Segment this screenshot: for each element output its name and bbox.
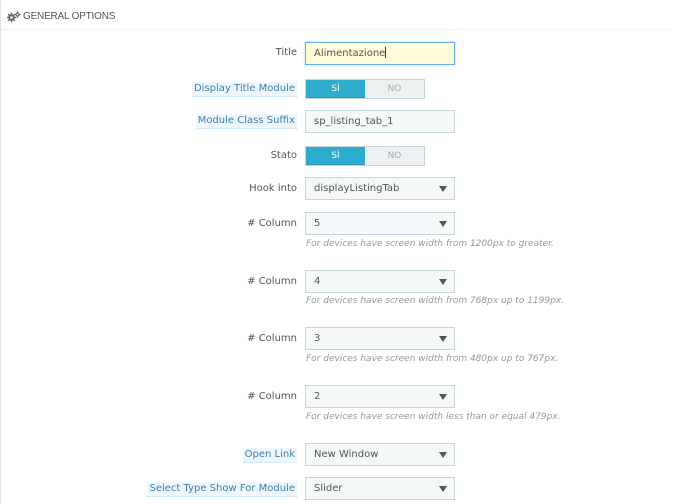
dropdown-arrow-icon xyxy=(439,452,447,458)
display-title-toggle[interactable]: SÌ NO xyxy=(305,79,425,99)
class-suffix-label: Module Class Suffix xyxy=(195,114,297,129)
column-medium-label: # Column xyxy=(247,276,297,287)
dropdown-arrow-icon xyxy=(439,486,447,492)
type-show-value: Slider xyxy=(314,483,343,494)
text-cursor xyxy=(385,47,387,58)
column-large-select[interactable]: 5 xyxy=(305,212,455,235)
stato-label: Stato xyxy=(270,150,297,161)
open-link-value: New Window xyxy=(314,449,379,460)
type-show-select[interactable]: Slider xyxy=(305,477,455,500)
dropdown-arrow-icon xyxy=(439,186,447,192)
column-xsmall-label: # Column xyxy=(247,391,297,402)
dropdown-arrow-icon xyxy=(439,279,447,285)
type-show-label: Select Type Show For Module xyxy=(147,482,297,497)
panel-title: General Options xyxy=(23,11,116,22)
hook-into-select[interactable]: displayListingTab xyxy=(305,177,455,200)
column-small-label: # Column xyxy=(247,333,297,344)
title-label: Title xyxy=(275,47,297,58)
column-large-help: For devices have screen width from 1200p… xyxy=(306,239,554,249)
stato-toggle[interactable]: SÌ NO xyxy=(305,146,425,166)
column-medium-select[interactable]: 4 xyxy=(305,270,455,293)
column-small-help: For devices have screen width from 480px… xyxy=(306,354,559,364)
open-link-label: Open Link xyxy=(242,448,297,463)
stato-no-option[interactable]: NO xyxy=(365,147,424,165)
title-input-value: Alimentazione xyxy=(314,48,386,59)
general-options-panel: General Options Title Alimentazione Disp… xyxy=(0,0,674,504)
column-medium-help: For devices have screen width from 768px… xyxy=(306,296,565,306)
column-xsmall-value: 2 xyxy=(314,391,321,402)
dropdown-arrow-icon xyxy=(439,221,447,227)
dropdown-arrow-icon xyxy=(439,336,447,342)
column-small-value: 3 xyxy=(314,333,321,344)
display-title-label: Display Title Module xyxy=(191,82,297,97)
class-suffix-value: sp_listing_tab_1 xyxy=(314,116,394,127)
display-title-no-option[interactable]: NO xyxy=(365,80,424,98)
class-suffix-input[interactable]: sp_listing_tab_1 xyxy=(305,110,455,133)
column-xsmall-select[interactable]: 2 xyxy=(305,385,455,408)
open-link-select[interactable]: New Window xyxy=(305,443,455,466)
hook-into-value: displayListingTab xyxy=(314,183,400,194)
dropdown-arrow-icon xyxy=(439,394,447,400)
gears-icon xyxy=(6,10,21,23)
column-large-value: 5 xyxy=(314,218,321,229)
title-input[interactable]: Alimentazione xyxy=(305,42,455,65)
stato-yes-option[interactable]: SÌ xyxy=(306,147,365,165)
column-xsmall-help: For devices have screen width less than … xyxy=(306,412,561,422)
panel-heading: General Options xyxy=(1,4,674,30)
column-large-label: # Column xyxy=(247,218,297,229)
display-title-yes-option[interactable]: SÌ xyxy=(306,80,365,98)
column-small-select[interactable]: 3 xyxy=(305,327,455,350)
hook-into-label: Hook into xyxy=(249,183,297,194)
column-medium-value: 4 xyxy=(314,276,321,287)
